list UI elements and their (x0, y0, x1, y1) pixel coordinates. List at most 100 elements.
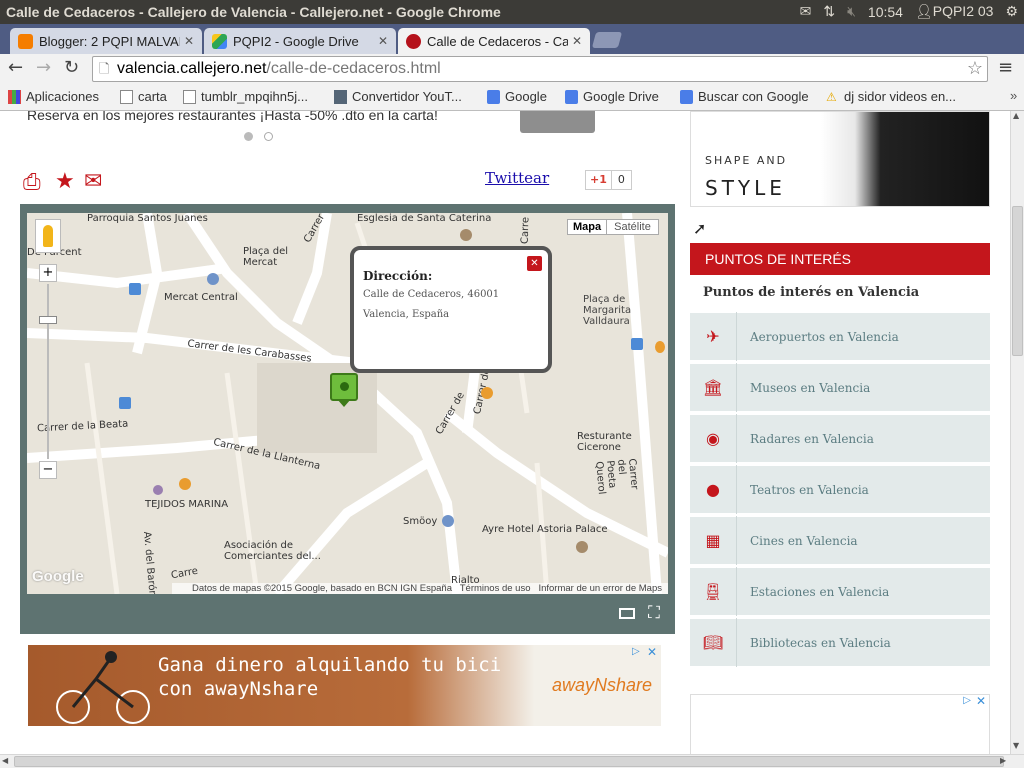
chevron-right-icon[interactable]: » (1010, 88, 1017, 103)
location-marker-icon[interactable] (330, 373, 358, 401)
bookmark-tumblr[interactable]: tumblr_mpqihn5j... (183, 89, 308, 104)
tab-google-drive[interactable]: PQPI2 - Google Drive ✕ (204, 28, 396, 54)
fullscreen-icon[interactable]: ⛶ (648, 603, 660, 623)
favorite-star-icon[interactable]: ★ (55, 169, 75, 194)
poi-item-estaciones[interactable]: 🚆︎ Estaciones en Valencia (690, 567, 990, 617)
book-icon: 📖︎ (702, 633, 724, 652)
shop-icon[interactable] (153, 485, 163, 495)
poi-item-radares[interactable]: ◉ Radares en Valencia (690, 414, 990, 464)
close-icon[interactable]: ✕ (527, 256, 542, 271)
settings-gear-icon[interactable]: ⚙ (1005, 3, 1018, 20)
page-icon (120, 89, 133, 104)
scrollbar-thumb[interactable] (14, 756, 1004, 767)
zoom-slider-track[interactable] (47, 284, 49, 459)
address-bar[interactable]: 🗋 valencia.callejero.net/calle-de-cedace… (92, 56, 988, 82)
bus-stop-icon[interactable] (631, 338, 643, 350)
zoom-in-button[interactable]: + (39, 264, 57, 282)
poi-item-teatros[interactable]: ● Teatros en Valencia (690, 465, 990, 515)
scroll-right-icon[interactable]: ▶ (1000, 756, 1006, 765)
map-terms-link[interactable]: Términos de uso (460, 583, 531, 594)
hotel-icon[interactable] (576, 541, 588, 553)
bookmark-buscar[interactable]: Buscar con Google (680, 89, 809, 104)
carousel-dot[interactable] (264, 132, 273, 141)
user-menu[interactable]: 👤︎PQPI2 03 (915, 3, 993, 20)
network-icon[interactable]: ⇅ (823, 3, 835, 20)
sidebar-fashion-banner[interactable]: SHAPE AND STYLE (690, 111, 990, 207)
zoom-slider-handle[interactable] (39, 316, 57, 324)
bookmark-google-drive[interactable]: Google Drive (565, 89, 659, 104)
adchoices-icon[interactable]: ▷ (632, 646, 640, 657)
google-map[interactable]: Parroquia Santos Juanes Esglesia de Sant… (27, 213, 668, 594)
gplus-count: 0 (611, 170, 632, 190)
mouse-cursor-icon: ➚ (693, 219, 707, 238)
scrollbar-thumb[interactable] (1012, 206, 1023, 356)
poi-item-museos[interactable]: 🏛︎ Museos en Valencia (690, 363, 990, 413)
bookmark-star-icon[interactable]: ☆ (967, 58, 983, 79)
map-report-link[interactable]: Informar de un error de Maps (538, 583, 662, 594)
poi-label: Radares en Valencia (750, 431, 874, 446)
blogger-icon (18, 33, 33, 49)
bank-icon[interactable] (207, 273, 219, 285)
bookmarks-bar: Aplicaciones carta tumblr_mpqihn5j... Co… (0, 84, 1024, 111)
ad-banner[interactable]: Gana dinero alquilando tu bici con awayN… (28, 645, 661, 726)
apps-grid-icon (8, 89, 21, 104)
mail-icon[interactable]: ✉ (800, 3, 812, 20)
shop-icon[interactable] (442, 515, 454, 527)
close-icon[interactable]: ✕ (647, 645, 657, 659)
clock[interactable]: 10:54 (868, 4, 903, 20)
scroll-left-icon[interactable]: ◀ (2, 756, 8, 765)
street-view-pegman-icon[interactable] (35, 219, 61, 253)
promo-next-button[interactable] (520, 111, 595, 133)
new-tab-button[interactable] (591, 32, 623, 48)
church-icon[interactable] (460, 229, 472, 241)
scroll-down-icon[interactable]: ▼ (1013, 741, 1019, 750)
poi-item-aeropuertos[interactable]: ✈ Aeropuertos en Valencia (690, 312, 990, 362)
close-icon[interactable]: ✕ (572, 34, 582, 48)
scroll-up-icon[interactable]: ▲ (1013, 111, 1019, 120)
carousel-dot[interactable] (244, 132, 253, 141)
email-icon[interactable]: ✉ (84, 169, 102, 194)
map-label: TEJIDOS MARINA (145, 499, 229, 510)
bookmark-carta[interactable]: carta (120, 89, 167, 104)
twitter-link[interactable]: Twittear (485, 169, 549, 187)
sidebar-ad-slot[interactable]: ▷ ✕ (690, 694, 990, 754)
bookmark-apps[interactable]: Aplicaciones (8, 89, 99, 104)
bookmark-google[interactable]: Google (487, 89, 547, 104)
vertical-scrollbar[interactable]: ▲ ▼ (1010, 111, 1024, 754)
map-type-satellite-button[interactable]: Satélite (607, 219, 659, 235)
horizontal-scrollbar[interactable]: ◀ ▶ (0, 754, 1024, 768)
close-icon[interactable]: ✕ (378, 34, 388, 48)
map-label: Carre (519, 216, 532, 245)
poi-item-cines[interactable]: ▦ Cines en Valencia (690, 516, 990, 566)
map-label: Carrer del Poeta Querol (593, 458, 640, 495)
volume-muted-icon[interactable]: 🔇︎ (847, 3, 856, 20)
close-icon[interactable]: ✕ (976, 694, 986, 708)
banner-photo (821, 112, 989, 206)
close-icon[interactable]: ✕ (184, 34, 194, 48)
bus-stop-icon[interactable] (129, 283, 141, 295)
system-tray: ✉ ⇅ 🔇︎ 10:54 👤︎PQPI2 03 ⚙ (800, 3, 1018, 20)
print-icon[interactable]: ⎙ (23, 170, 41, 195)
adchoices-icon[interactable]: ▷ (963, 695, 971, 706)
map-label: Resturante Cicerone (577, 431, 632, 453)
bus-stop-icon[interactable] (119, 397, 131, 409)
poi-label: Museos en Valencia (750, 380, 871, 395)
restaurant-icon[interactable] (655, 341, 665, 353)
bookmark-convertidor[interactable]: Convertidor YouT... (334, 89, 462, 104)
restaurant-icon[interactable] (179, 478, 191, 490)
google-logo[interactable]: Google (32, 568, 84, 585)
forward-icon[interactable]: → (36, 57, 51, 78)
cafe-icon[interactable] (481, 387, 493, 399)
map-type-map-button[interactable]: Mapa (567, 219, 608, 235)
tab-callejero[interactable]: Calle de Cedaceros - Calle ✕ (398, 28, 590, 54)
zoom-out-button[interactable]: − (39, 461, 57, 479)
menu-icon[interactable]: ≡ (998, 57, 1013, 78)
bookmark-dj-sidor[interactable]: ⚠ dj sidor videos en... (826, 89, 956, 104)
map-attribution: Datos de mapas ©2015 Google, basado en B… (192, 583, 452, 594)
poi-item-bibliotecas[interactable]: 📖︎ Bibliotecas en Valencia (690, 618, 990, 668)
map-window-icon[interactable] (619, 608, 635, 619)
tab-blogger[interactable]: Blogger: 2 PQPI MALVARF ✕ (10, 28, 202, 54)
reload-icon[interactable]: ↻ (64, 57, 79, 78)
back-icon[interactable]: ← (8, 57, 23, 78)
google-plus-button[interactable]: +1 0 (585, 170, 632, 190)
